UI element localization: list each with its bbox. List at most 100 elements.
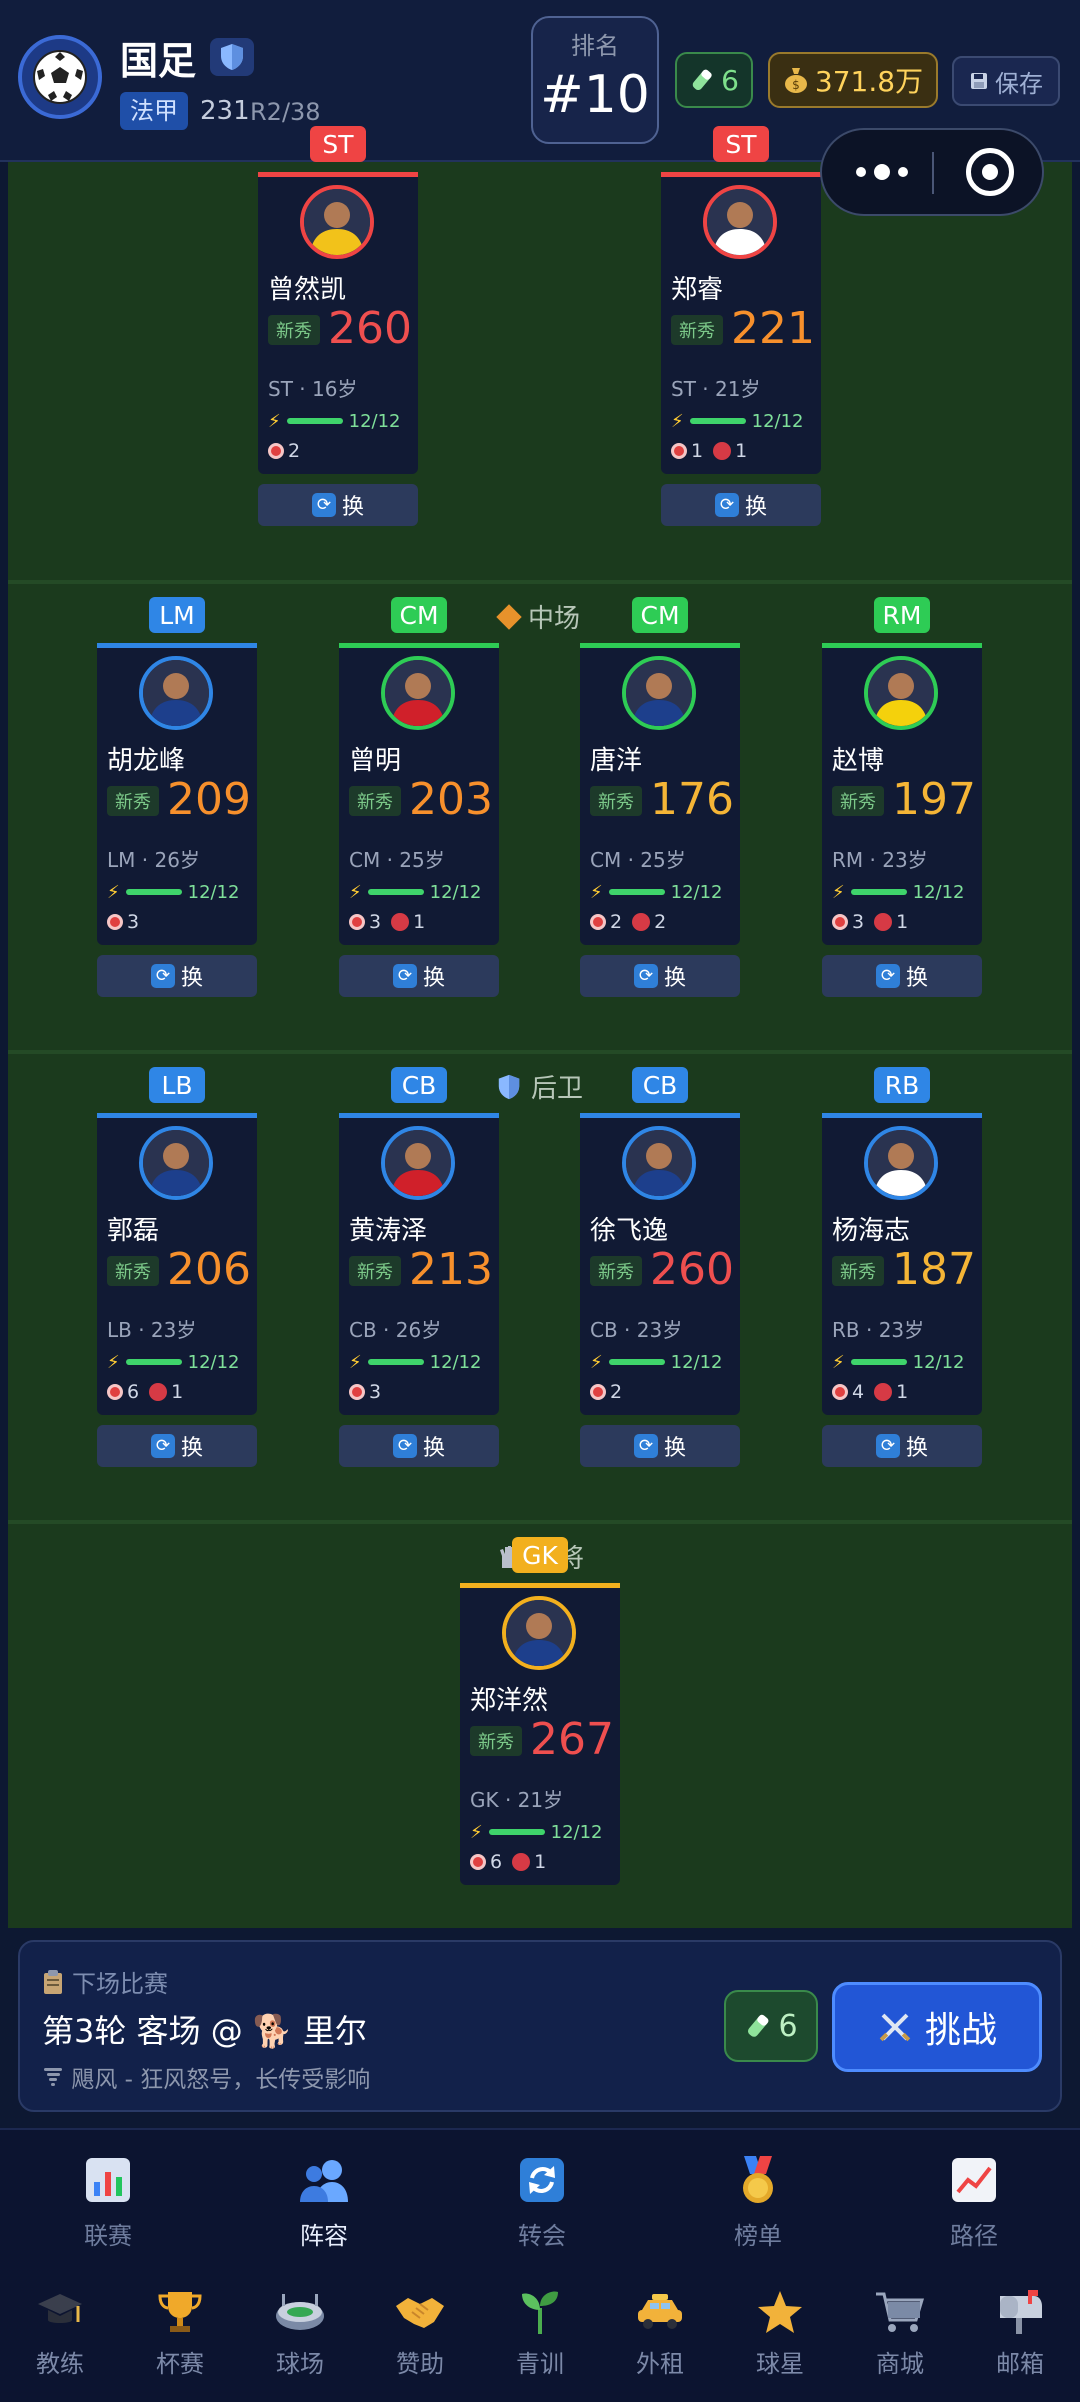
player-card-lb[interactable]: 郭磊 新秀 206 LB · 23岁 ⚡ 12/12 6 1 (97, 1113, 257, 1415)
player-rating: 221 (731, 303, 815, 354)
stamina-bar (367, 889, 424, 895)
rank-box[interactable]: 排名 #10 (531, 16, 659, 144)
player-stats: 3 (107, 910, 139, 934)
nav-tab-3[interactable]: 榜单 (698, 2154, 818, 2251)
swap-button[interactable]: ⟳ 换 (822, 955, 982, 997)
challenge-button[interactable]: 挑战 (832, 1982, 1042, 2072)
nav-tab-1[interactable]: 阵容 (264, 2154, 384, 2251)
swap-button[interactable]: ⟳ 换 (258, 484, 418, 526)
swap-button[interactable]: ⟳ 换 (580, 1425, 740, 1467)
swap-button[interactable]: ⟳ 换 (822, 1425, 982, 1467)
swap-button[interactable]: ⟳ 换 (339, 955, 499, 997)
swap-label: 换 (744, 495, 767, 520)
tool-1[interactable]: 杯赛 (130, 2286, 230, 2379)
nav-tab-2[interactable]: 转会 (482, 2154, 602, 2251)
swap-button[interactable]: ⟳ 换 (580, 955, 740, 997)
goal-count: 6 (490, 1851, 503, 1873)
goal-count: 4 (852, 1381, 865, 1403)
stamina-value: 12/12 (912, 881, 965, 903)
player-card-cb2[interactable]: 徐飞逸 新秀 260 CB · 23岁 ⚡ 12/12 2 (580, 1113, 740, 1415)
position-tag: LB (149, 1067, 205, 1103)
stamina-value: 12/12 (670, 1351, 723, 1373)
stamina-bar (367, 1359, 424, 1365)
refresh-icon: ⟳ (392, 1434, 417, 1458)
stamina-row: ⚡ 12/12 (671, 409, 817, 433)
stamina-row: ⚡ 12/12 (349, 880, 495, 904)
stamina-bar (608, 889, 665, 895)
swap-button[interactable]: ⟳ 换 (339, 1425, 499, 1467)
weather-text: 飓风 - 狂风怒号，长传受影响 (71, 2067, 371, 2093)
swap-label: 换 (180, 966, 203, 991)
energy-value: 6 (721, 63, 739, 97)
swap-button[interactable]: ⟳ 换 (661, 484, 821, 526)
tool-4[interactable]: 青训 (490, 2286, 590, 2379)
player-card-gk[interactable]: 郑洋然 新秀 267 GK · 21岁 ⚡ 12/12 6 1 (460, 1583, 620, 1885)
tool-label: 赞助 (396, 2350, 444, 2378)
player-meta: RB · 23岁 (832, 1318, 925, 1342)
save-button[interactable]: 保存 (952, 56, 1060, 106)
nav-tab-4[interactable]: 路径 (914, 2154, 1034, 2251)
tool-6[interactable]: 球星 (730, 2286, 830, 2379)
player-stats: 3 (349, 1380, 381, 1404)
tool-label: 青训 (516, 2350, 564, 2378)
player-card-lm[interactable]: 胡龙峰 新秀 209 LM · 26岁 ⚡ 12/12 3 (97, 643, 257, 945)
club-logo[interactable] (18, 35, 102, 119)
rookie-badge: 新秀 (590, 786, 642, 816)
player-avatar (864, 656, 938, 730)
tool-7[interactable]: 商城 (850, 2286, 950, 2379)
weather-info: 飓风 - 狂风怒号，长传受影响 (42, 2060, 370, 2094)
player-card-st1[interactable]: 曾然凯 新秀 260 ST · 16岁 ⚡ 12/12 2 (258, 172, 418, 474)
player-avatar (381, 656, 455, 730)
match-energy-cost: 6 (724, 1990, 818, 2062)
goal-count: 3 (369, 911, 382, 933)
tool-2[interactable]: 球场 (250, 2286, 350, 2379)
next-match-card[interactable]: 下场比赛 第3轮 客场 @ 🐕 里尔 飓风 - 狂风怒号，长传受影响 6 挑战 (18, 1940, 1062, 2112)
nav-tab-0[interactable]: 联赛 (48, 2154, 168, 2251)
card-count: 1 (171, 1381, 184, 1403)
diamond-icon (496, 603, 522, 630)
player-name: 杨海志 (832, 1216, 911, 1246)
goal-count: 3 (852, 911, 865, 933)
position-tag: CM (632, 597, 688, 633)
player-rating: 260 (650, 1244, 734, 1295)
more-menu-button[interactable] (832, 130, 932, 214)
cart-icon (874, 2286, 926, 2338)
player-card-rm[interactable]: 赵博 新秀 197 RM · 23岁 ⚡ 12/12 3 1 (822, 643, 982, 945)
stamina-row: ⚡ 12/12 (590, 1350, 736, 1374)
player-card-st2[interactable]: 郑睿 新秀 221 ST · 21岁 ⚡ 12/12 1 1 (661, 172, 821, 474)
floppy-disk-icon (971, 73, 987, 89)
position-tag: CB (391, 1067, 447, 1103)
tool-3[interactable]: 赞助 (370, 2286, 470, 2379)
player-stats: 2 (590, 1380, 622, 1404)
card-count: 1 (534, 1851, 547, 1873)
player-avatar (864, 1126, 938, 1200)
lightning-icon: ⚡ (832, 881, 845, 903)
swap-button[interactable]: ⟳ 换 (97, 1425, 257, 1467)
player-card-cm1[interactable]: 曾明 新秀 203 CM · 25岁 ⚡ 12/12 3 1 (339, 643, 499, 945)
refresh-icon: ⟳ (875, 1434, 900, 1458)
player-card-cm2[interactable]: 唐洋 新秀 176 CM · 25岁 ⚡ 12/12 2 2 (580, 643, 740, 945)
position-tag: RB (874, 1067, 930, 1103)
player-card-cb1[interactable]: 黄涛泽 新秀 213 CB · 26岁 ⚡ 12/12 3 (339, 1113, 499, 1415)
taxi-icon (634, 2286, 686, 2338)
stamina-row: ⚡ 12/12 (268, 409, 414, 433)
shield-icon[interactable] (210, 38, 254, 76)
nav-label: 转会 (518, 2222, 566, 2250)
tool-8[interactable]: 邮箱 (970, 2286, 1070, 2379)
energy-pill[interactable]: 6 (675, 52, 753, 108)
tool-5[interactable]: 外租 (610, 2286, 710, 2379)
card-count: 2 (654, 911, 667, 933)
rank-value: #10 (540, 65, 650, 125)
red-card-icon (149, 1383, 168, 1401)
swap-button[interactable]: ⟳ 换 (97, 955, 257, 997)
close-miniprogram-button[interactable] (966, 148, 1014, 196)
clipboard-icon (44, 1969, 62, 1994)
tool-0[interactable]: 教练 (10, 2286, 110, 2379)
player-rating: 260 (328, 303, 412, 354)
player-card-rb[interactable]: 杨海志 新秀 187 RB · 23岁 ⚡ 12/12 4 1 (822, 1113, 982, 1415)
stamina-value: 12/12 (187, 1351, 240, 1373)
player-name: 唐洋 (590, 746, 643, 776)
refresh-icon: ⟳ (875, 964, 900, 988)
next-match-header: 下场比赛 (42, 1964, 168, 1999)
money-pill[interactable]: $ 371.8万 (768, 52, 938, 108)
